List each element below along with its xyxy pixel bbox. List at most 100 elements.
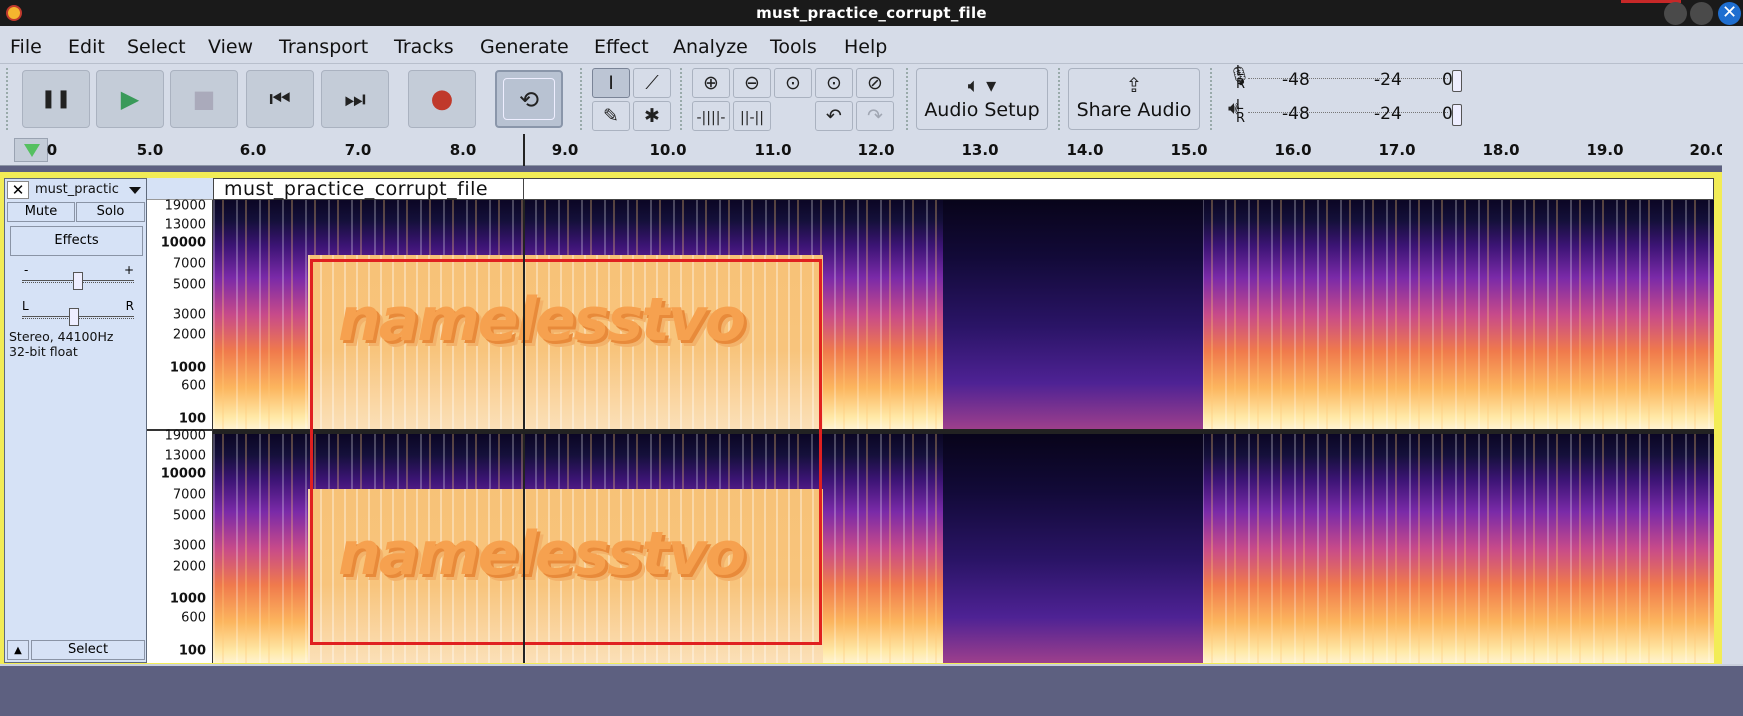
zoom-out-icon: ⊖ xyxy=(744,72,760,94)
pause-icon: ❚❚ xyxy=(40,88,72,109)
toolbar-grip[interactable] xyxy=(580,68,584,130)
record-button[interactable]: ● xyxy=(408,70,476,128)
select-track-button[interactable]: Select xyxy=(31,640,145,660)
freq-label: 3000 xyxy=(172,538,206,554)
skip-to-end-button[interactable]: ⏭ xyxy=(321,70,389,128)
gain-slider-thumb[interactable] xyxy=(73,272,83,290)
solo-button[interactable]: Solo xyxy=(76,202,145,222)
toolbar-grip[interactable] xyxy=(1058,68,1062,130)
undo-button[interactable]: ↶ xyxy=(815,101,853,131)
playback-level-knob[interactable] xyxy=(1452,104,1462,126)
freq-label: 10000 xyxy=(160,235,206,251)
menu-file[interactable]: File xyxy=(10,36,42,58)
vertical-scrollbar-gutter[interactable] xyxy=(1722,134,1743,664)
track-close-button[interactable]: ✕ xyxy=(7,181,29,199)
timeline-options-button[interactable] xyxy=(14,138,48,162)
freq-label: 10000 xyxy=(160,466,206,482)
minimize-button[interactable] xyxy=(1664,2,1687,25)
loop-button[interactable]: ⟲ xyxy=(495,70,563,128)
pan-slider[interactable]: L R xyxy=(22,299,134,326)
track-name-dropdown[interactable]: must_practic xyxy=(31,181,145,199)
timeline-ruler[interactable]: 0 5.0 6.0 7.0 8.0 9.0 10.0 11.0 12.0 13.… xyxy=(0,134,1743,166)
zoom-selection-icon: ⊙ xyxy=(785,72,801,94)
track-format-info: Stereo, 44100Hz 32-bit float xyxy=(9,329,114,359)
recording-level-knob[interactable] xyxy=(1452,70,1462,92)
menu-effect[interactable]: Effect xyxy=(594,36,649,58)
envelope-icon: ⟋ xyxy=(645,72,659,94)
freq-label: 100 xyxy=(178,411,206,427)
pause-button[interactable]: ❚❚ xyxy=(22,70,90,128)
pan-slider-thumb[interactable] xyxy=(69,308,79,326)
toolbar-grip[interactable] xyxy=(6,68,10,130)
share-audio-button[interactable]: ⇪ Share Audio xyxy=(1068,68,1200,130)
maximize-button[interactable] xyxy=(1690,2,1713,25)
fit-selection-button[interactable]: ⊙ xyxy=(774,68,812,98)
collapse-track-button[interactable]: ▲ xyxy=(7,640,29,660)
ruler-label: 14.0 xyxy=(1066,141,1104,159)
pencil-icon: ✎ xyxy=(603,105,619,127)
zoom-out-button[interactable]: ⊖ xyxy=(733,68,771,98)
stop-button[interactable]: ■ xyxy=(170,70,238,128)
multi-tool-icon: ✱ xyxy=(644,105,660,127)
audio-setup-button[interactable]: 🔈︎ ▾ Audio Setup xyxy=(916,68,1048,130)
scale-header xyxy=(147,178,213,200)
menu-analyze[interactable]: Analyze xyxy=(673,36,748,58)
recording-meter[interactable]: L R -48 -24 0 xyxy=(1236,65,1466,96)
toolbar-grip[interactable] xyxy=(906,68,910,130)
selection-tool-button[interactable]: I xyxy=(592,68,630,98)
ruler-label: 19.0 xyxy=(1586,141,1624,159)
menu-edit[interactable]: Edit xyxy=(68,36,105,58)
freq-label: 5000 xyxy=(172,277,206,293)
playback-meter[interactable]: L R -48 -24 0 xyxy=(1236,99,1466,130)
menu-generate[interactable]: Generate xyxy=(480,36,569,58)
clip-header[interactable]: must_practice_corrupt_file xyxy=(213,178,1714,200)
freq-label: 2000 xyxy=(172,327,206,343)
ruler-label: 20.0 xyxy=(1689,141,1727,159)
envelope-tool-button[interactable]: ⟋ xyxy=(633,68,671,98)
menu-select[interactable]: Select xyxy=(127,36,186,58)
quiet-region xyxy=(943,200,1203,429)
draw-tool-button[interactable]: ✎ xyxy=(592,101,630,131)
clip-name[interactable]: must_practice_corrupt_file xyxy=(214,179,524,200)
menu-transport[interactable]: Transport xyxy=(279,36,368,58)
freq-label: 5000 xyxy=(172,508,206,524)
frequency-scale[interactable]: 19000 13000 10000 7000 5000 3000 2000 10… xyxy=(147,178,213,663)
skip-to-start-button[interactable]: ⏮ xyxy=(246,70,314,128)
playhead-cursor[interactable] xyxy=(523,200,525,663)
play-icon: ▶ xyxy=(120,85,140,113)
multi-tool-button[interactable]: ✱ xyxy=(633,101,671,131)
ruler-label: 5.0 xyxy=(136,141,164,159)
ruler-label: 10.0 xyxy=(649,141,687,159)
close-window-button[interactable]: ✕ xyxy=(1718,2,1741,25)
toolbar-grip[interactable] xyxy=(680,68,684,130)
freq-label: 13000 xyxy=(164,448,206,464)
ruler-label: 16.0 xyxy=(1274,141,1312,159)
freq-label: 1000 xyxy=(169,591,206,607)
gain-plus-label: + xyxy=(123,263,134,277)
zoom-toggle-button[interactable]: ⊘ xyxy=(856,68,894,98)
zoom-in-button[interactable]: ⊕ xyxy=(692,68,730,98)
meter-scale xyxy=(1248,78,1448,79)
upload-icon: ⇪ xyxy=(1125,73,1143,97)
ruler-label: 15.0 xyxy=(1170,141,1208,159)
effects-button[interactable]: Effects xyxy=(10,226,143,256)
menu-tools[interactable]: Tools xyxy=(770,36,817,58)
trim-audio-icon: -||||- xyxy=(696,110,726,126)
menu-help[interactable]: Help xyxy=(844,36,887,58)
zoom-fit-icon: ⊙ xyxy=(826,72,842,94)
toolbar: ❚❚ ▶ ■ ⏮ ⏭ ● ⟲ I ⟋ ✎ ✱ ⊕ ⊖ ⊙ ⊙ ⊘ -||||- … xyxy=(0,64,1743,134)
toolbar-grip[interactable] xyxy=(1210,68,1214,130)
silence-audio-icon: ||-|| xyxy=(740,110,764,126)
silence-button[interactable]: ||-|| xyxy=(733,101,771,131)
empty-track-area[interactable] xyxy=(0,666,1743,716)
menu-view[interactable]: View xyxy=(208,36,253,58)
menu-tracks[interactable]: Tracks xyxy=(394,36,454,58)
mute-button[interactable]: Mute xyxy=(7,202,75,222)
trim-button[interactable]: -||||- xyxy=(692,101,730,131)
fit-project-button[interactable]: ⊙ xyxy=(815,68,853,98)
chevron-down-icon xyxy=(129,187,141,194)
play-button[interactable]: ▶ xyxy=(96,70,164,128)
redo-icon: ↷ xyxy=(867,105,883,127)
redo-button[interactable]: ↷ xyxy=(856,101,894,131)
gain-slider[interactable]: - + xyxy=(22,263,134,290)
